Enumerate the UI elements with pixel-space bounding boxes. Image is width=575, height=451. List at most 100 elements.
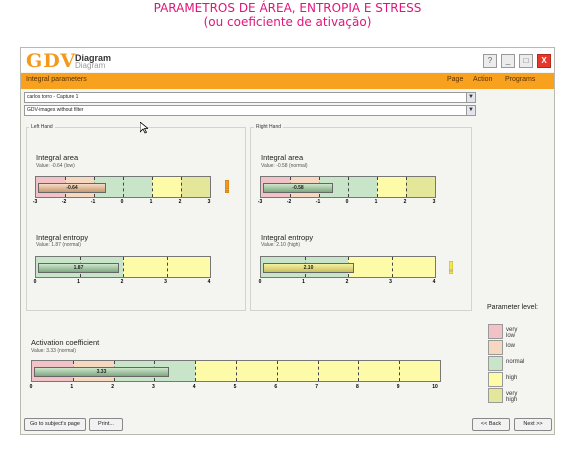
zone-high (152, 177, 181, 197)
menu-page[interactable]: Page (447, 76, 463, 83)
left-area-bar: -0.64 (38, 183, 106, 193)
capture-select[interactable]: carlos torro - Capture 1 ▼ (24, 92, 476, 103)
filter-select-value: GDV-images without filter (27, 107, 84, 113)
legend-label: very low (506, 327, 518, 339)
tick-label: 1 (70, 384, 74, 390)
tick-label: 3 (207, 199, 211, 205)
left-entropy-gauge: 1.87 (35, 256, 211, 278)
activation-gauge: 3.33 (31, 360, 441, 382)
left-entropy-title: Integral entropy (36, 233, 89, 242)
tick-label: 0 (29, 384, 33, 390)
title-bar: GDV Diagram Diagram ? _ □ X (21, 48, 554, 72)
minimize-button[interactable]: _ (501, 54, 515, 68)
right-entropy-bar: 2.10 (263, 263, 354, 273)
tick-label: -3 (257, 199, 263, 205)
menu-bar: Integral parameters Page Action Programs (21, 73, 554, 89)
tick-label: -1 (315, 199, 321, 205)
right-hand-label: Right Hand (254, 124, 284, 130)
tick-label: 0 (120, 199, 124, 205)
left-entropy-bar: 1.87 (38, 263, 119, 273)
legend-swatch (488, 356, 503, 371)
caption-subtitle: (ou coeficiente de ativação) (203, 15, 372, 29)
activation-axis: 0 1 2 3 4 5 6 7 8 9 10 (29, 384, 439, 390)
tick-label: 1 (77, 279, 80, 285)
back-button[interactable]: << Back (472, 418, 510, 431)
tick-label: 3 (164, 279, 167, 285)
tick-label: 2 (111, 384, 114, 390)
legend-label: high (506, 375, 518, 381)
tick-label: 9 (396, 384, 400, 390)
legend-title: Parameter level: (487, 304, 538, 311)
right-area-axis: -3 -2 -1 0 1 2 3 (257, 199, 436, 205)
tick-label: 5 (233, 384, 237, 390)
caption-title: PARAMETROS DE ÁREA, ENTROPIA E STRESS (153, 1, 422, 15)
close-button[interactable]: X (537, 54, 551, 68)
help-button[interactable]: ? (483, 54, 497, 68)
right-entropy-gauge: 2.10 (260, 256, 436, 278)
warning-exclamation-icon (449, 261, 453, 274)
tick-label: 3 (389, 279, 392, 285)
menu-action[interactable]: Action (473, 76, 492, 83)
filter-select[interactable]: GDV-images without filter ▼ (24, 105, 476, 116)
tick-label: 2 (178, 199, 182, 205)
zone-very-high (181, 177, 210, 197)
left-area-title: Integral area (36, 153, 79, 162)
right-entropy-value: Value: 2.10 (high) (261, 242, 301, 248)
right-area-bar: -0.58 (263, 183, 333, 193)
tick-label: 0 (258, 279, 262, 285)
print-button[interactable]: Print... (89, 418, 123, 431)
tick-label: 7 (315, 384, 318, 390)
zone-very-high (406, 177, 435, 197)
left-entropy-axis: 0 1 2 3 4 (33, 279, 211, 285)
go-to-subject-button[interactable]: Go to subject's page (24, 418, 86, 431)
right-entropy-title: Integral entropy (261, 233, 314, 242)
left-area-axis: -3 -2 -1 0 1 2 3 (32, 199, 211, 205)
left-area-value: Value: -0.64 (low) (36, 163, 75, 169)
legend-label: low (506, 343, 516, 349)
app-name-reflection: Diagram (75, 61, 106, 70)
right-entropy-axis: 0 1 2 3 4 (258, 279, 436, 285)
tick-label: 2 (403, 199, 407, 205)
tick-label: 4 (192, 384, 196, 390)
next-button[interactable]: Next >> (514, 418, 552, 431)
menu-programs[interactable]: Programs (505, 76, 535, 83)
tick-label: -1 (90, 199, 96, 205)
tick-label: 4 (207, 279, 211, 285)
tick-label: 6 (274, 384, 278, 390)
right-area-gauge: -0.58 (260, 176, 436, 198)
legend-swatch (488, 372, 503, 387)
tick-label: 10 (432, 384, 438, 390)
tick-label: 0 (33, 279, 37, 285)
warning-exclamation-icon (225, 180, 229, 193)
maximize-button[interactable]: □ (519, 54, 533, 68)
tick-label: 3 (432, 199, 436, 205)
tick-label: 2 (120, 279, 124, 285)
tick-label: 3 (152, 384, 155, 390)
right-area-title: Integral area (261, 153, 304, 162)
tick-label: -2 (286, 199, 292, 205)
tick-label: 1 (374, 199, 378, 205)
tick-label: 0 (345, 199, 349, 205)
activation-title: Activation coefficient (31, 338, 100, 347)
tick-label: -3 (32, 199, 38, 205)
tick-label: 1 (302, 279, 305, 285)
app-window: GDV Diagram Diagram ? _ □ X Integral par… (20, 47, 555, 435)
legend-swatch (488, 324, 503, 339)
chevron-down-icon[interactable]: ▼ (466, 93, 475, 102)
tick-label: 2 (345, 279, 349, 285)
chevron-down-icon[interactable]: ▼ (466, 106, 475, 115)
tick-label: 4 (432, 279, 436, 285)
activation-bar: 3.33 (34, 367, 169, 377)
right-area-value: Value: -0.58 (normal) (261, 163, 308, 169)
legend-label: normal (506, 359, 525, 365)
left-entropy-value: Value: 1.87 (normal) (36, 242, 81, 248)
section-title: Integral parameters (26, 76, 87, 83)
capture-select-value: carlos torro - Capture 1 (27, 94, 79, 100)
tick-label: 1 (149, 199, 153, 205)
legend-label: very high (506, 391, 518, 403)
activation-value: Value: 3.33 (normal) (31, 348, 76, 354)
legend-swatch (488, 388, 503, 403)
mouse-cursor-icon (140, 122, 148, 134)
legend-swatch (488, 340, 503, 355)
tick-label: -2 (61, 199, 67, 205)
